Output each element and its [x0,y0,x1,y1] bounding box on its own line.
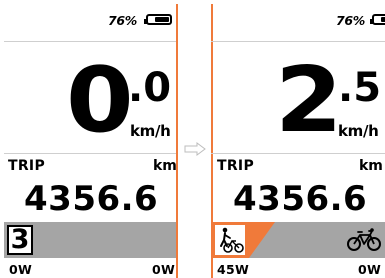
walking-with-bike-icon [220,227,244,253]
battery-icon [144,14,172,25]
header-divider [211,41,385,42]
assist-level-indicator: 3 [7,225,33,255]
trip-label: TRIP [217,158,254,174]
display-screen-normal: 76% 0 .0 km/h TRIP km 4356.6 3 0W 0W [4,4,178,278]
battery-level-fill [381,17,385,22]
speed-decimal: .0 [128,65,172,111]
power-right: 0W [152,262,176,277]
display-screen-walk-assist: 76% 2 .5 km/h TRIP km 4356.6 45W 0W [211,4,385,278]
power-right: 0W [358,262,382,277]
trip-value: 4356.6 [233,179,368,219]
battery-tip [144,19,147,24]
power-left: 0W [9,262,33,277]
assist-level-bar: 3 [4,222,178,258]
power-left: 45W [217,262,250,277]
battery-percent: 76% [336,13,366,28]
speed-divider [4,153,178,154]
speed-decimal: .5 [338,65,382,111]
screen-edge-accent [176,4,178,278]
bicycle-icon [347,228,381,251]
speed-unit: km/h [130,122,171,140]
battery-percent: 76% [108,13,138,28]
battery-icon [370,14,385,25]
speed-divider [211,153,385,154]
speed-integer: 0 [66,48,134,153]
battery-level-fill [155,17,169,22]
battery-tip [370,19,373,24]
speed-unit: km/h [338,122,379,140]
trip-label: TRIP [8,158,45,174]
trip-unit: km [359,158,383,174]
header-divider [4,41,178,42]
trip-value: 4356.6 [24,179,159,219]
speed-integer: 2 [275,48,343,153]
trip-unit: km [153,158,177,174]
transition-arrow-icon [184,142,206,156]
walk-assist-bar [211,222,385,258]
